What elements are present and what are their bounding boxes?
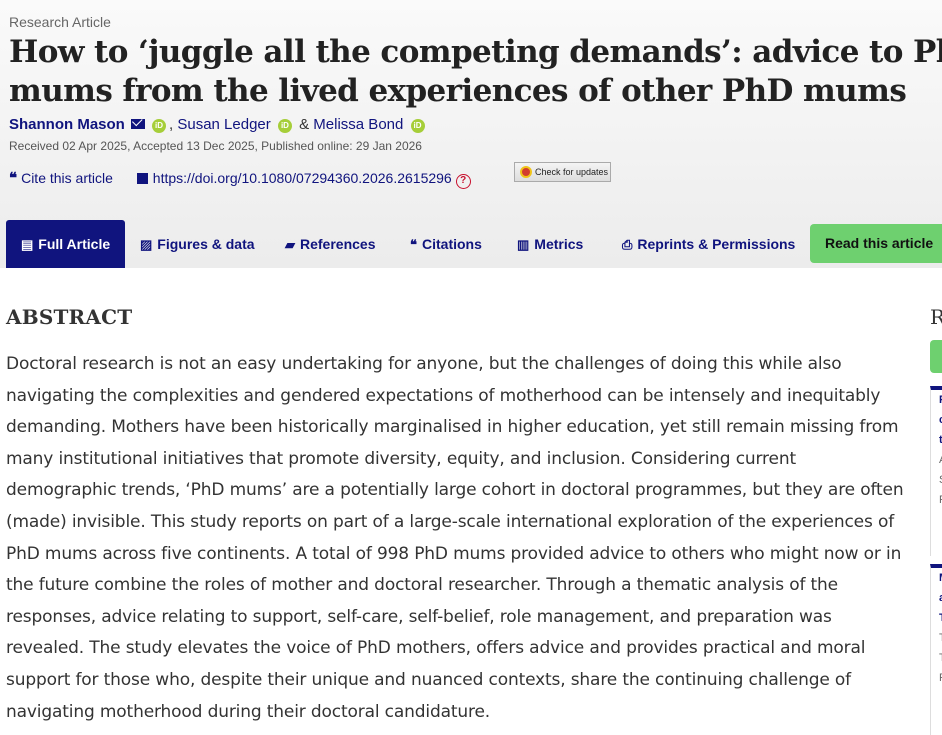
sidebar-green-button[interactable] — [930, 340, 942, 373]
orcid-icon[interactable]: iD — [410, 119, 425, 133]
abstract-line: navigating motherhood during their docto… — [6, 701, 491, 722]
print-icon: ⎙ — [622, 237, 633, 252]
tab-metrics-label: Metrics — [534, 236, 584, 252]
abstract-line: the future combine the roles of mother a… — [6, 575, 838, 596]
envelope-icon[interactable] — [130, 119, 145, 129]
tab-references-label: References — [300, 236, 376, 252]
abstract-line: navigating the complexities and gendered… — [6, 385, 881, 406]
image-icon: ▨ — [140, 237, 153, 252]
sidebar-card-text: P — [931, 668, 942, 688]
tab-full-article-label: Full Article — [38, 236, 111, 252]
sidebar-card-text: T — [931, 608, 942, 628]
sidebar-card-text: M — [931, 568, 942, 588]
author-link-shannon-mason[interactable]: Shannon Mason — [9, 116, 125, 133]
author-link-susan-ledger[interactable]: Susan Ledger — [177, 116, 270, 133]
abstract-line: demanding. Mothers have been historicall… — [6, 417, 899, 438]
author-list: Shannon Mason iD, Susan Ledger iD & Meli… — [9, 116, 428, 133]
sidebar-card-text: t — [939, 434, 942, 446]
sidebar-card-text: c — [931, 410, 942, 430]
article-tab-bar: ▤ Full Article ▨ Figures & data ▰ Reference… — [6, 220, 942, 268]
tab-full-article[interactable]: ▤ Full Article — [6, 220, 126, 268]
article-title-line-2: mums from the lived experiences of other… — [9, 73, 907, 109]
tab-references[interactable]: ▰ References — [285, 220, 376, 268]
abstract-line: many institutional initiatives that prom… — [6, 448, 796, 469]
book-icon: ▰ — [285, 237, 295, 252]
abstract-line: demographic trends, ‘PhD mums’ are a pot… — [6, 480, 904, 501]
sidebar-heading-fragment: R — [930, 305, 942, 329]
tab-reprints-permissions-label: Reprints & Permissions — [637, 236, 796, 252]
sidebar-card-text: A — [931, 450, 942, 470]
abstract-line: PhD mums across five continents. A total… — [6, 543, 902, 564]
abstract-line: Doctoral research is not an easy underta… — [6, 354, 842, 374]
abstract-heading: ABSTRACT — [6, 305, 133, 329]
doi-link[interactable]: https://doi.org/10.1080/07294360.2026.26… — [136, 170, 471, 189]
doi-text: https://doi.org/10.1080/07294360.2026.26… — [152, 170, 452, 186]
open-access-icon: ? — [455, 174, 471, 189]
author-link-melissa-bond[interactable]: Melissa Bond — [313, 116, 403, 133]
abstract-line: responses, advice relating to support, s… — [6, 606, 832, 627]
orcid-icon[interactable]: iD — [152, 119, 167, 133]
cite-article-label: Cite this article — [21, 170, 113, 186]
sidebar-related-card[interactable]: M a T T T P — [930, 564, 942, 735]
cite-article-link[interactable]: ❝ Cite this article — [9, 169, 113, 187]
quote-icon: ❝ — [410, 237, 417, 252]
tab-metrics[interactable]: ▥ Metrics — [517, 220, 583, 268]
document-icon: ▤ — [21, 237, 34, 252]
author-separator: , — [169, 116, 174, 133]
sidebar-card-text: F — [931, 390, 942, 410]
abstract-line: support for those who, despite their uni… — [6, 669, 852, 690]
tab-citations[interactable]: ❝ Citations — [410, 220, 482, 268]
tab-figures-data[interactable]: ▨ Figures & data — [140, 220, 255, 268]
sidebar-card-text: a — [931, 588, 942, 608]
sidebar-card-text: T — [931, 628, 942, 648]
sidebar-card-text: P — [931, 490, 942, 510]
check-for-updates-button[interactable]: Check for updates — [514, 162, 611, 182]
sidebar-card-text: T — [931, 648, 942, 668]
sidebar-related-card[interactable]: F c t A S P — [930, 386, 942, 556]
abstract-body: Doctoral research is not an easy underta… — [6, 349, 906, 728]
article-title-line-1: How to ‘juggle all the competing demands… — [9, 34, 942, 70]
tab-reprints-permissions[interactable]: ⎙ Reprints & Permissions — [622, 220, 795, 268]
article-title: How to ‘juggle all the competing demands… — [9, 33, 942, 111]
external-link-icon — [136, 173, 148, 184]
abstract-line: (made) invisible. This study reports on … — [6, 511, 895, 532]
quote-icon: ❝ — [9, 169, 18, 187]
crossmark-icon — [520, 166, 532, 178]
tab-citations-label: Citations — [422, 236, 482, 252]
sidebar-card-text: S — [931, 470, 942, 490]
publication-dates: Received 02 Apr 2025, Accepted 13 Dec 20… — [9, 139, 422, 153]
read-article-button[interactable]: Read this article — [810, 224, 942, 263]
article-type-label: Research Article — [9, 14, 111, 30]
bar-chart-icon: ▥ — [517, 237, 530, 252]
check-for-updates-label: Check for updates — [535, 167, 609, 177]
tab-figures-data-label: Figures & data — [157, 236, 255, 252]
citation-links: ❝ Cite this article https://doi.org/10.10… — [9, 169, 491, 189]
orcid-icon[interactable]: iD — [277, 119, 292, 133]
author-ampersand: & — [299, 116, 310, 133]
abstract-line: revealed. The study elevates the voice o… — [6, 638, 866, 659]
